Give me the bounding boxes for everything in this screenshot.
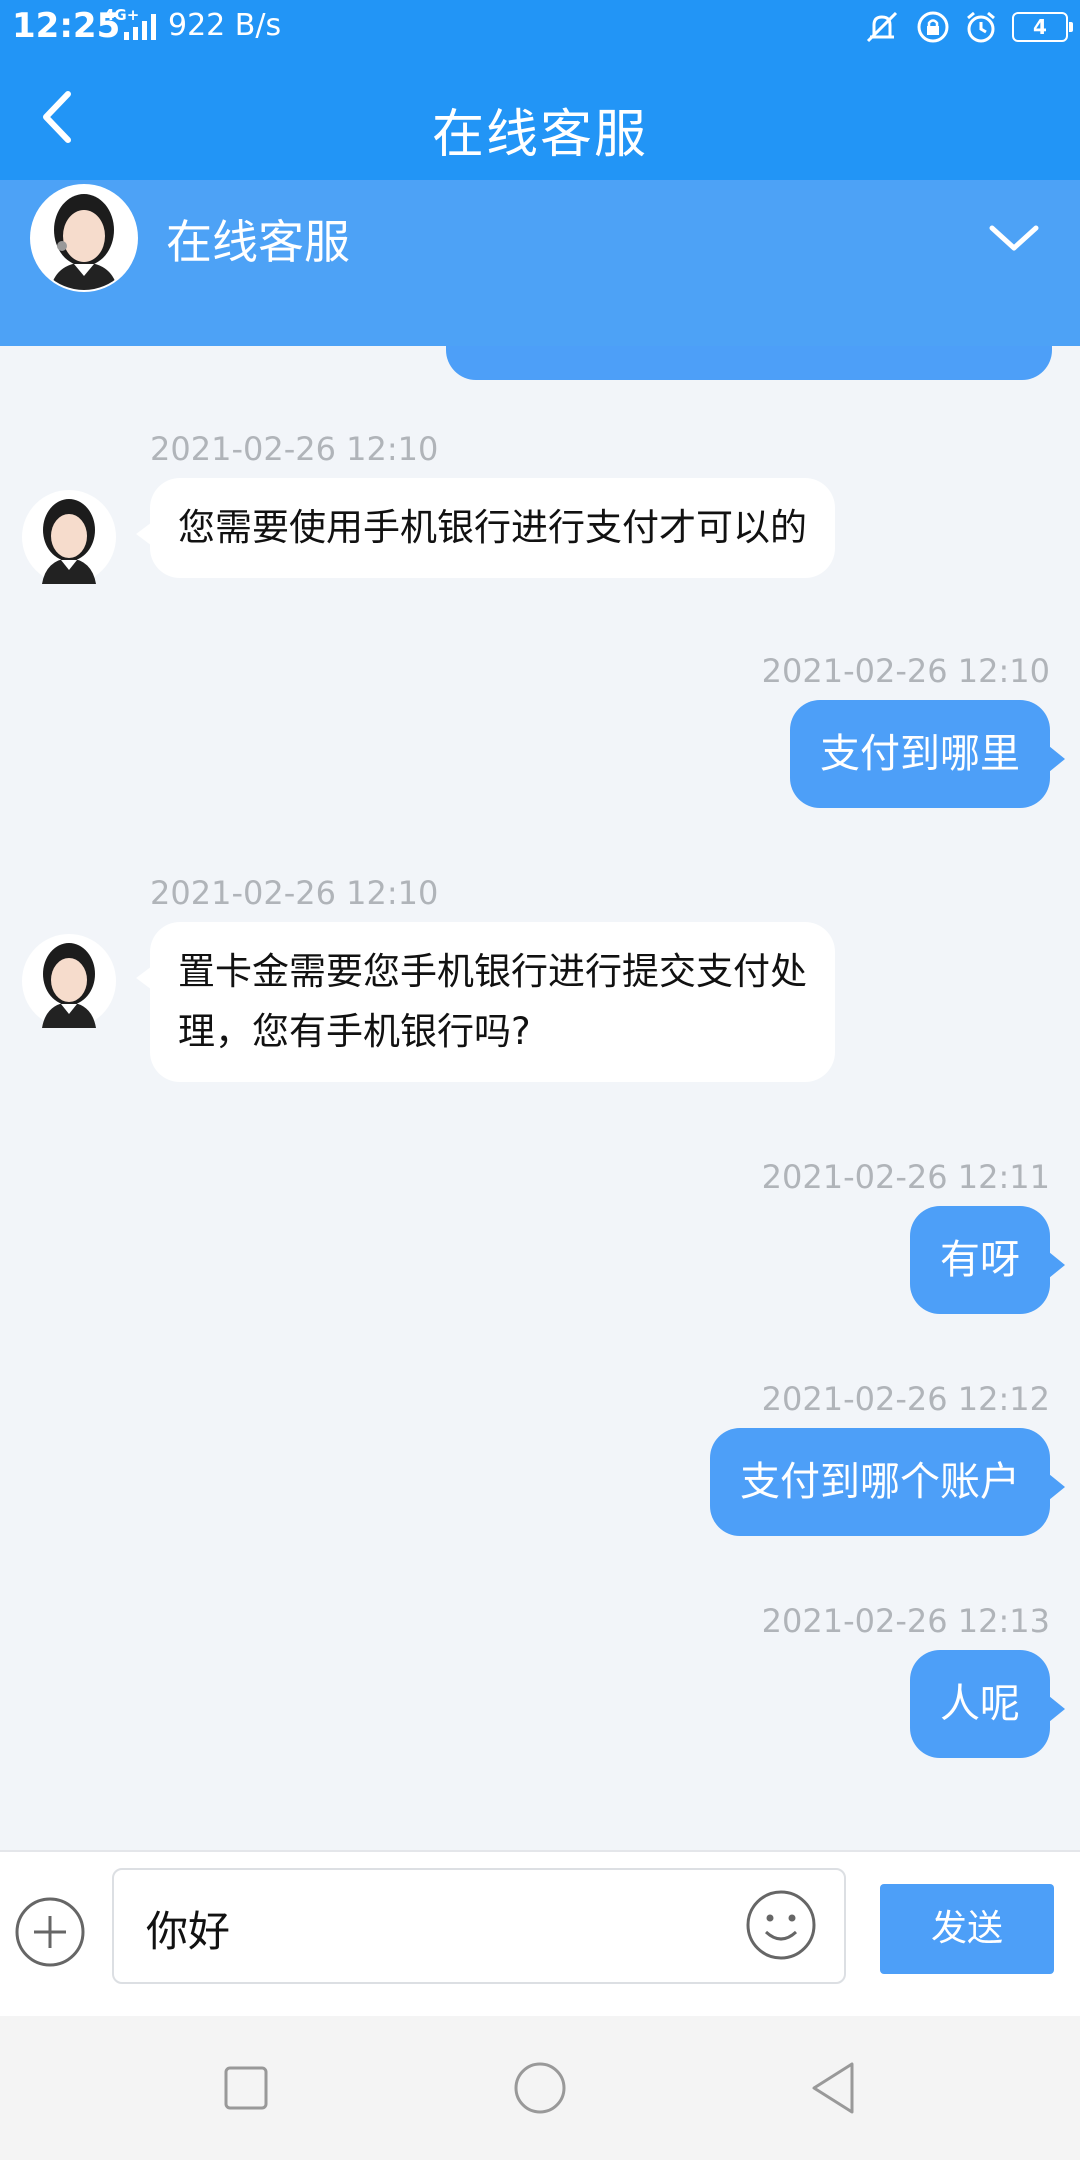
status-icons: 4 <box>862 10 1073 44</box>
send-button[interactable]: 发送 <box>880 1884 1054 1974</box>
message-text: 理，您有手机银行吗? <box>178 1010 531 1053</box>
chevron-down-icon[interactable] <box>984 218 1044 258</box>
message-text: 有呀 <box>940 1237 1020 1283</box>
previous-message-bubble <box>446 346 1052 380</box>
message-text: 支付到哪里 <box>820 731 1020 777</box>
lock-rotation-icon <box>917 11 949 43</box>
agent-panel: 在线客服 <box>0 180 1080 346</box>
message-text: 您需要使用手机银行进行支付才可以的 <box>178 506 807 549</box>
agent-avatar <box>30 184 138 292</box>
message-timestamp: 2021-02-26 12:10 <box>761 652 1050 690</box>
agent-name: 在线客服 <box>166 215 350 269</box>
status-bar: 12:25 4G+ 922 B/s 4 <box>0 0 1080 54</box>
message-text: 人呢 <box>940 1681 1020 1727</box>
title-bar: 在线客服 <box>0 54 1080 180</box>
input-bar: 你好 发送 <box>0 1850 1080 2018</box>
message-input-value: 你好 <box>146 1907 231 1956</box>
message-input[interactable]: 你好 <box>112 1868 846 1984</box>
page-title: 在线客服 <box>431 105 648 165</box>
emoji-icon[interactable] <box>744 1888 818 1962</box>
message-timestamp: 2021-02-26 12:11 <box>761 1158 1050 1196</box>
message-text: 置卡金需要您手机银行进行提交支付处 <box>178 950 807 993</box>
outgoing-message-bubble: 支付到哪里 <box>790 700 1065 808</box>
outgoing-message-bubble: 人呢 <box>910 1650 1065 1758</box>
mute-icon <box>866 11 898 43</box>
outgoing-message-bubble: 支付到哪个账户 <box>710 1428 1065 1536</box>
message-text: 支付到哪个账户 <box>740 1459 1020 1505</box>
back-nav-icon[interactable] <box>804 2058 864 2118</box>
system-nav-bar <box>0 2016 1080 2160</box>
outgoing-message-bubble: 有呀 <box>910 1206 1065 1314</box>
plus-icon[interactable] <box>14 1896 86 1968</box>
incoming-message-bubble: 您需要使用手机银行进行支付才可以的 <box>136 478 835 578</box>
home-icon[interactable] <box>510 2058 570 2118</box>
message-timestamp: 2021-02-26 12:13 <box>761 1602 1050 1640</box>
message-timestamp: 2021-02-26 12:12 <box>761 1380 1050 1418</box>
message-timestamp: 2021-02-26 12:10 <box>150 874 439 912</box>
agent-avatar <box>22 490 116 584</box>
recents-icon[interactable] <box>216 2058 276 2118</box>
network-speed: 922 B/s <box>168 8 282 43</box>
agent-avatar <box>22 934 116 1028</box>
alarm-icon <box>967 11 995 43</box>
chat-area[interactable]: 2021-02-26 12:10 您需要使用手机银行进行支付才可以的 2021-… <box>0 346 1080 1850</box>
signal-icon <box>124 14 156 40</box>
battery-icon: 4 <box>1012 12 1073 42</box>
message-timestamp: 2021-02-26 12:10 <box>150 430 439 468</box>
incoming-message-bubble: 置卡金需要您手机银行进行提交支付处 理，您有手机银行吗? <box>136 922 835 1082</box>
